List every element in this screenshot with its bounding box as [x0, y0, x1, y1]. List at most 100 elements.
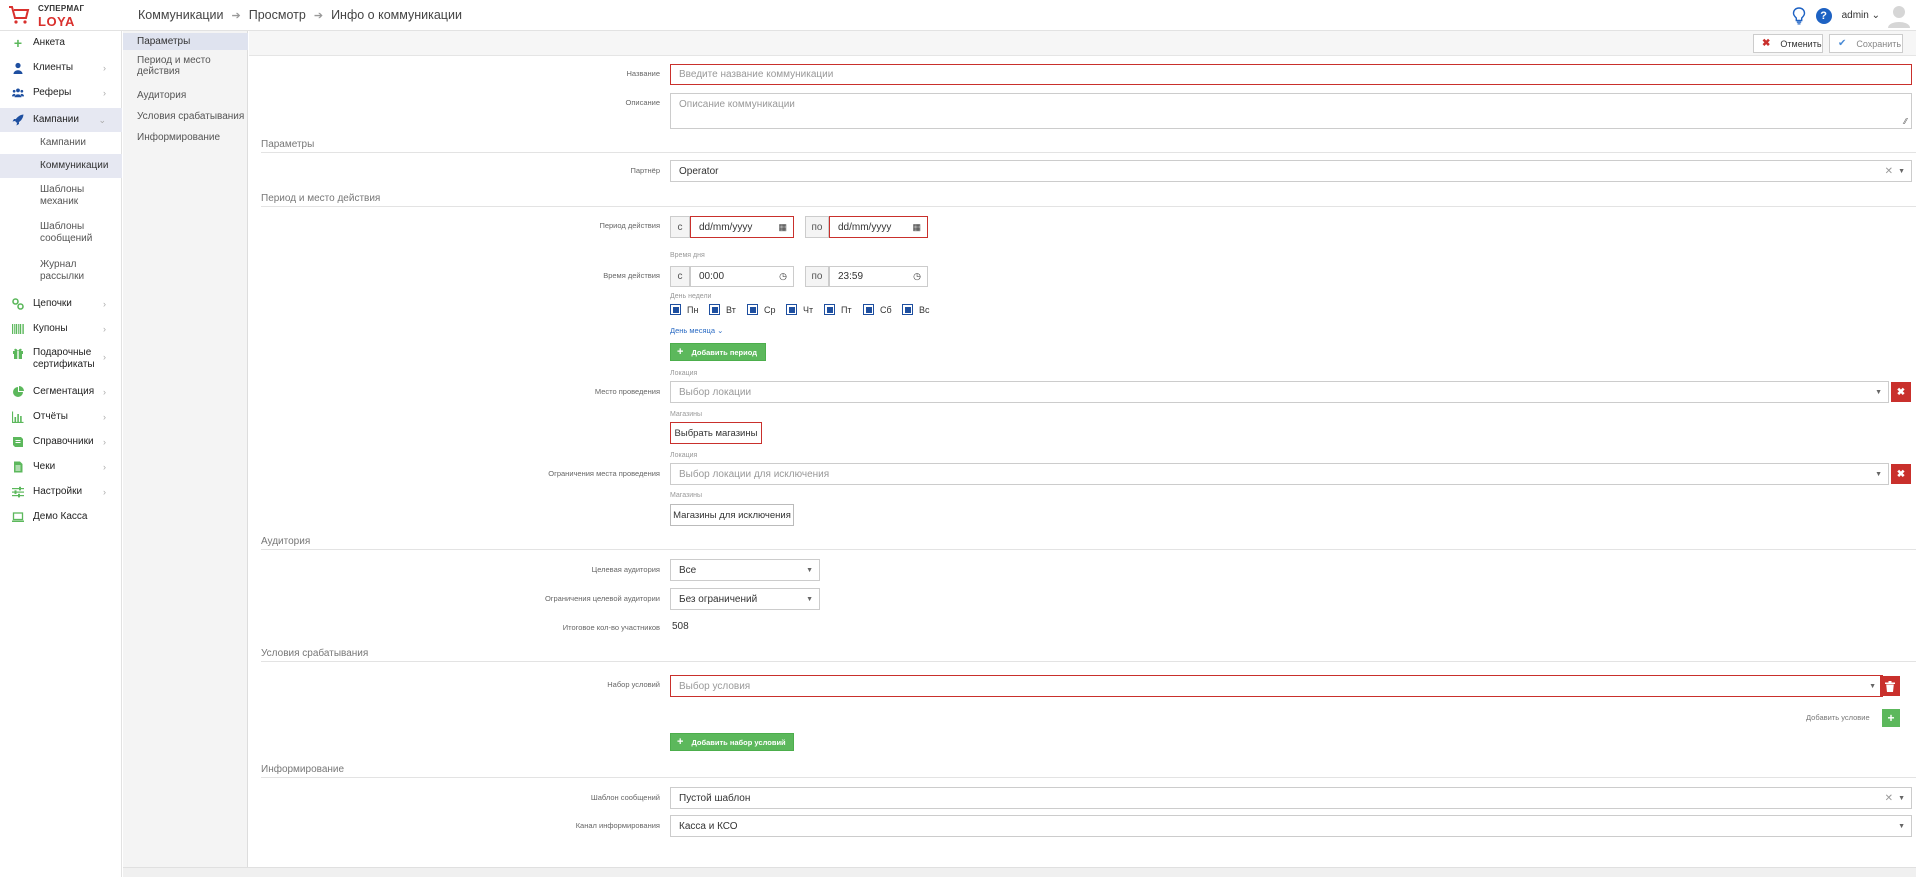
- plus-icon: +: [13, 35, 23, 51]
- choose-stores-button[interactable]: Выбрать магазины: [670, 422, 762, 444]
- remove-location-button[interactable]: ✖: [1891, 382, 1911, 402]
- sidebar-item-label: Справочники: [33, 436, 94, 447]
- sidebar-item-reports[interactable]: Отчёты ›: [0, 409, 122, 425]
- pie-icon: [13, 386, 24, 397]
- date-to-prefix: по: [805, 216, 829, 238]
- chevron-right-icon: ›: [103, 299, 106, 309]
- clear-icon[interactable]: ✕: [1885, 793, 1893, 804]
- calendar-icon[interactable]: ▦: [912, 222, 921, 233]
- weekday-checkbox-thu[interactable]: Чт: [786, 304, 813, 315]
- section-nav-period[interactable]: Период и место действия: [123, 55, 248, 79]
- remove-exclude-location-button[interactable]: ✖: [1891, 464, 1911, 484]
- weekday-checkbox-sun[interactable]: Вс: [902, 304, 930, 315]
- sidebar-item-referrers[interactable]: Реферы ›: [0, 85, 122, 101]
- clock-icon[interactable]: ◷: [779, 271, 787, 282]
- sidebar-item-settings[interactable]: Настройки ›: [0, 484, 122, 500]
- main-form: ✖ Отменить ✔ Сохранить Название Введите …: [249, 31, 1916, 877]
- place-label: Место проведения: [594, 387, 660, 396]
- time-to-input[interactable]: 23:59 ◷: [829, 266, 928, 287]
- date-to-input[interactable]: dd/mm/yyyy ▦: [829, 216, 928, 238]
- month-day-toggle[interactable]: День месяца ⌄: [670, 326, 723, 335]
- save-button[interactable]: ✔ Сохранить: [1829, 34, 1903, 53]
- chevron-down-icon: ▼: [1875, 388, 1882, 396]
- clear-icon[interactable]: ✕: [1885, 166, 1893, 177]
- name-placeholder: Введите название коммуникации: [679, 69, 834, 80]
- time-to-prefix: по: [805, 266, 829, 287]
- add-condition-set-button[interactable]: + Добавить набор условий: [670, 733, 794, 751]
- check-icon: ✔: [1838, 38, 1847, 49]
- target-audience-select[interactable]: Все ▼: [670, 559, 820, 581]
- laptop-icon: [12, 512, 24, 522]
- chevron-right-icon: ›: [103, 88, 106, 98]
- section-title-informing: Информирование: [261, 764, 345, 775]
- name-input[interactable]: Введите название коммуникации: [670, 64, 1912, 85]
- breadcrumb-item[interactable]: Коммуникации: [138, 8, 224, 22]
- channel-select[interactable]: Касса и КСО ▼: [670, 815, 1912, 837]
- weekday-checkbox-mon[interactable]: Пн: [670, 304, 698, 315]
- avatar[interactable]: [1888, 4, 1910, 28]
- sidebar-item-clients[interactable]: Клиенты ›: [0, 60, 122, 76]
- exclude-location-select[interactable]: Выбор локации для исключения ▼: [670, 463, 1889, 485]
- logo-text-bottom: LOYA: [38, 14, 75, 29]
- description-textarea[interactable]: Описание коммуникации ⁄⁄: [670, 93, 1912, 129]
- weekday-checkbox-fri[interactable]: Пт: [824, 304, 852, 315]
- breadcrumb-item[interactable]: Просмотр: [249, 8, 306, 22]
- user-menu[interactable]: admin ⌄: [1842, 10, 1880, 21]
- partner-value: Operator: [679, 165, 719, 177]
- weekday-checkbox-sat[interactable]: Сб: [863, 304, 892, 315]
- condition-select[interactable]: Выбор условия ▼: [670, 675, 1883, 697]
- sidebar-item-chains[interactable]: Цепочки ›: [0, 296, 122, 312]
- add-condition-button[interactable]: +: [1882, 709, 1900, 727]
- chevron-down-icon: ▼: [1869, 682, 1876, 690]
- section-nav-label: Параметры: [137, 36, 191, 47]
- clock-icon[interactable]: ◷: [913, 271, 921, 282]
- location-select[interactable]: Выбор локации ▼: [670, 381, 1889, 403]
- sidebar-item-demo-pos[interactable]: Демо Касса: [0, 509, 122, 525]
- form-toolbar: ✖ Отменить ✔ Сохранить: [249, 31, 1916, 56]
- sidebar-subitem-label: Кампании: [40, 137, 86, 148]
- weekday-checkbox-wed[interactable]: Ср: [747, 304, 776, 315]
- sidebar-item-campaigns[interactable]: Кампании ⌄: [0, 108, 122, 132]
- date-from-input[interactable]: dd/mm/yyyy ▦: [690, 216, 794, 238]
- sidebar-subitem-communications[interactable]: Коммуникации: [0, 154, 122, 178]
- divider: [261, 152, 1916, 153]
- exclude-location-placeholder: Выбор локации для исключения: [679, 468, 830, 480]
- partner-select[interactable]: Operator ✕ ▼: [670, 160, 1912, 182]
- section-nav-conditions[interactable]: Условия срабатывания: [123, 110, 248, 124]
- sidebar-subitem-message-templates[interactable]: Шаблоны сообщений: [0, 219, 122, 249]
- sidebar-item-receipts[interactable]: Чеки ›: [0, 459, 122, 475]
- chevron-right-icon: ›: [103, 462, 106, 472]
- delete-condition-set-button[interactable]: [1880, 676, 1900, 696]
- add-condition-label: Добавить условие: [1806, 713, 1870, 722]
- section-nav-informing[interactable]: Информирование: [123, 131, 248, 145]
- chevron-right-icon: ›: [103, 387, 106, 397]
- arrow-right-icon: ➔: [231, 9, 241, 22]
- logo[interactable]: СУПЕРМАГ LOYA: [8, 3, 128, 29]
- sidebar-subitem-mailing-log[interactable]: Журнал рассылки: [0, 257, 122, 287]
- resize-handle-icon[interactable]: ⁄⁄: [1904, 117, 1907, 126]
- section-nav-params[interactable]: Параметры: [123, 33, 248, 50]
- help-icon[interactable]: ?: [1815, 7, 1832, 24]
- sidebar-item-survey[interactable]: + Анкета: [0, 35, 122, 51]
- cancel-button-label: Отменить: [1780, 38, 1822, 49]
- sidebar-item-gift-certificates[interactable]: Подарочные сертификаты ›: [0, 346, 122, 372]
- cancel-button[interactable]: ✖ Отменить: [1753, 34, 1823, 53]
- section-nav-audience[interactable]: Аудитория: [123, 89, 248, 103]
- calendar-icon[interactable]: ▦: [778, 222, 787, 233]
- sidebar-item-label: Настройки: [33, 486, 83, 497]
- sidebar-item-references[interactable]: Справочники ›: [0, 434, 122, 450]
- sidebar-subitem-campaigns[interactable]: Кампании: [0, 134, 122, 152]
- exclude-stores-button[interactable]: Магазины для исключения: [670, 504, 794, 526]
- lightbulb-icon[interactable]: [1792, 6, 1806, 25]
- weekday-checkbox-tue[interactable]: Вт: [709, 304, 736, 315]
- sidebar-item-segmentation[interactable]: Сегментация ›: [0, 384, 122, 400]
- add-period-button[interactable]: + Добавить период: [670, 343, 766, 361]
- template-select[interactable]: Пустой шаблон ✕ ▼: [670, 787, 1912, 809]
- sidebar-item-label: Купоны: [33, 323, 68, 334]
- time-from-input[interactable]: 00:00 ◷: [690, 266, 794, 287]
- sidebar-item-coupons[interactable]: Купоны ›: [0, 321, 122, 337]
- target-audience-label: Целевая аудитория: [591, 565, 660, 574]
- target-restrict-select[interactable]: Без ограничений ▼: [670, 588, 820, 610]
- sidebar-subitem-mechanic-templates[interactable]: Шаблоны механик: [0, 182, 122, 212]
- partner-label: Партнёр: [630, 166, 661, 175]
